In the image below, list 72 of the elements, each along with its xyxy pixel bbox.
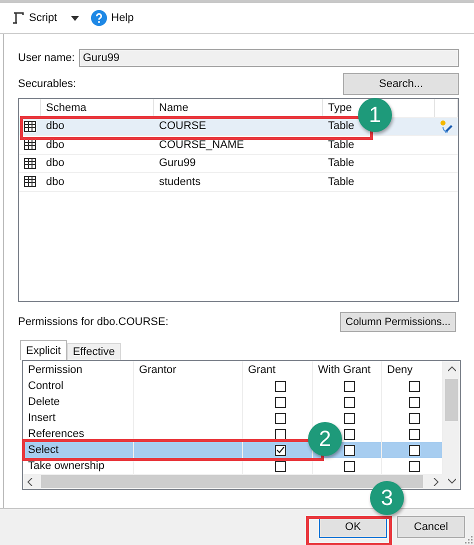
permission-cell: Delete [23,394,134,410]
resize-grip-icon[interactable] [465,536,473,544]
permissions-label: Permissions for dbo.COURSE: [18,316,168,328]
checkbox[interactable] [409,444,420,456]
name-cell-text: students [158,174,202,190]
checkbox[interactable] [344,460,355,472]
column-permissions-button[interactable]: Column Permissions... [340,312,456,332]
checkbox[interactable] [274,412,286,424]
type-cell-text: Table [327,138,356,153]
checkbox[interactable] [274,396,286,408]
checkbox[interactable] [344,444,355,456]
checkbox[interactable] [344,396,355,408]
column-header[interactable]: With Grant [313,361,382,378]
tab[interactable]: Effective [66,343,121,360]
cancel-button[interactable]: Cancel [397,516,465,538]
checkbox[interactable] [274,380,286,392]
schema-cell-text: dbo [45,156,66,172]
checkbox[interactable] [344,428,355,440]
securable-row[interactable]: dbo COURSE_NAME Table [19,136,458,154]
name-cell-text: Guru99 [158,156,197,172]
checkbox[interactable] [344,380,355,392]
checkbox[interactable] [274,428,286,440]
scroll-left-icon[interactable] [27,478,33,486]
schema-cell-text: dbo [45,119,66,134]
table-icon [24,139,36,150]
tab[interactable]: Explicit [20,340,67,360]
table-icon [24,120,36,132]
step-badge: 2 [308,422,342,456]
securable-row[interactable]: dbo Guru99 Table [19,154,458,173]
type-cell-text: Table [327,174,356,190]
schema-cell-text: dbo [45,138,66,153]
script-button[interactable]: Script [9,9,60,27]
search-button[interactable]: Search... [343,73,459,95]
checkbox[interactable] [409,380,420,392]
permission-cell: Control [23,378,134,394]
column-header[interactable]: Permission [23,361,134,378]
scroll-down-icon[interactable] [448,478,456,484]
script-icon [11,11,25,25]
table-icon [24,158,36,169]
name-cell-text: COURSE_NAME [158,138,245,153]
permission-cell: Select [23,442,134,458]
type-cell-text: Table [327,156,356,172]
caret-icon[interactable] [71,16,80,20]
permission-cell: Insert [23,410,134,426]
checkbox[interactable] [344,412,355,424]
scroll-up-icon[interactable] [448,366,456,372]
scroll-right-icon[interactable] [433,478,439,486]
properties-icon[interactable] [440,120,453,133]
column-header[interactable]: Name [154,99,323,116]
vertical-scrollbar[interactable] [443,361,460,489]
user-name-label: User name: [18,52,75,64]
checkbox[interactable] [274,444,286,456]
permission-row[interactable]: Delete [23,394,443,410]
permission-row[interactable]: Control [23,378,443,394]
name-cell-text: COURSE [158,119,208,134]
checkbox[interactable] [409,396,420,408]
horizontal-scrollbar[interactable] [23,474,443,489]
help-icon [91,10,108,26]
checkbox[interactable] [409,428,420,440]
checkbox[interactable] [409,460,420,472]
securables-label: Securables: [18,78,76,90]
checkbox[interactable] [409,412,420,424]
column-header[interactable]: Schema [41,99,154,116]
type-cell-text: Table [327,119,356,134]
column-header[interactable]: Grantor [134,361,243,378]
schema-cell-text: dbo [45,174,66,190]
column-header[interactable]: Grant [243,361,313,378]
checkbox[interactable] [274,460,286,472]
table-icon [24,176,36,188]
help-button[interactable]: Help [89,8,136,28]
user-name-field[interactable]: Guru99 [78,49,459,67]
securable-row[interactable]: dbo students Table [19,173,458,192]
